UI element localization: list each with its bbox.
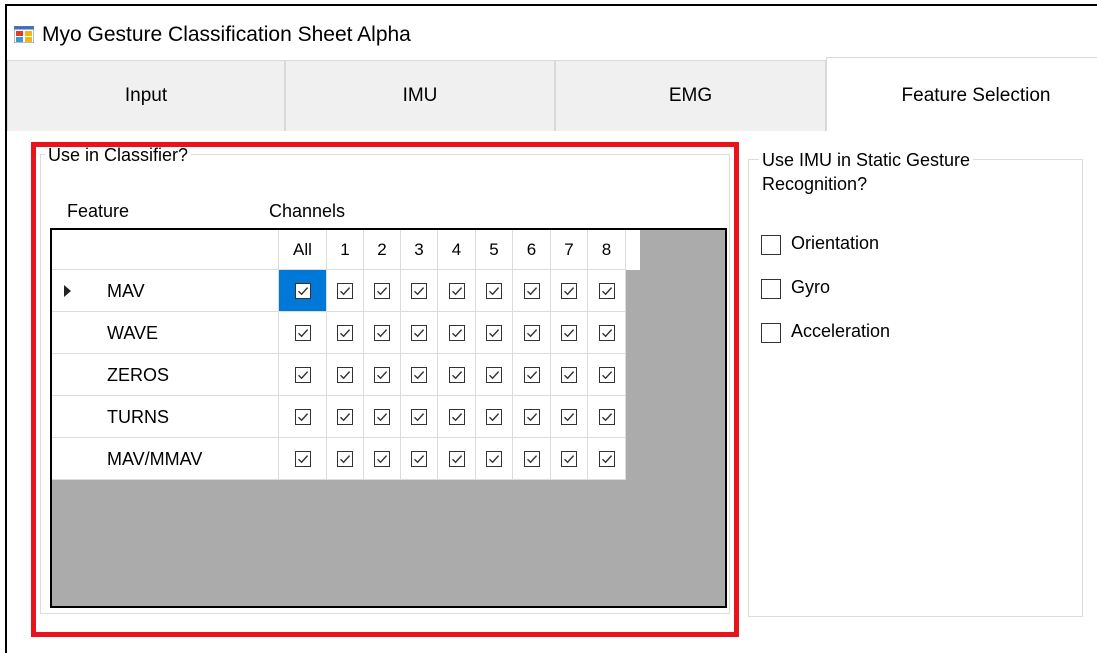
tab-emg[interactable]: EMG [555, 60, 826, 131]
tab-imu[interactable]: IMU [285, 60, 555, 131]
feature-selection-panel: Use in Classifier? Feature Channels All 1… [7, 131, 1097, 653]
window-title: Myo Gesture Classification Sheet Alpha [42, 23, 411, 46]
gyro-option[interactable]: Gyro [749, 275, 1049, 303]
orientation-checkbox[interactable] [761, 235, 781, 255]
acceleration-checkbox[interactable] [761, 323, 781, 343]
tab-input[interactable]: Input [7, 60, 285, 131]
acceleration-option[interactable]: Acceleration [749, 319, 1049, 347]
gyro-checkbox[interactable] [761, 279, 781, 299]
imu-group-title-line2: Recognition? [759, 173, 871, 195]
tab-feature-selection[interactable]: Feature Selection [826, 57, 1097, 133]
title-bar: Myo Gesture Classification Sheet Alpha [7, 6, 1097, 56]
highlight-annotation [31, 142, 739, 637]
orientation-label: Orientation [791, 233, 880, 253]
imu-options: Orientation Gyro Acceleration [749, 231, 1049, 371]
tab-feature-selection-label: Feature Selection [901, 84, 1051, 106]
acceleration-label: Acceleration [791, 321, 891, 341]
main-window: Myo Gesture Classification Sheet Alpha I… [5, 4, 1097, 653]
tab-strip: Input IMU EMG Feature Selection [7, 57, 1097, 133]
app-icon [14, 26, 34, 43]
imu-groupbox [748, 159, 1083, 617]
gyro-label: Gyro [791, 277, 831, 297]
imu-group-title-line1: Use IMU in Static Gesture [759, 149, 974, 171]
orientation-option[interactable]: Orientation [749, 231, 1049, 259]
